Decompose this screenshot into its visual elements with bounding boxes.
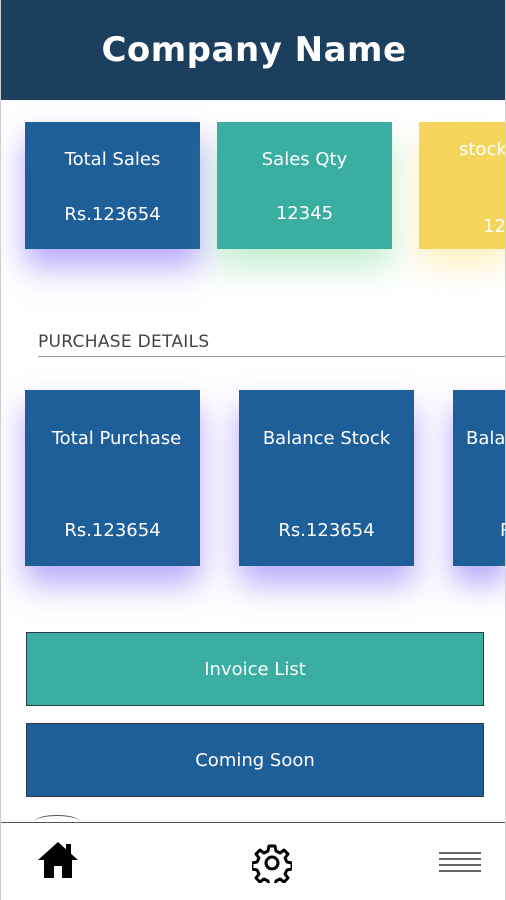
total-sales-card[interactable]: Total Sales Rs.123654 xyxy=(25,122,200,249)
total-purchase-value: Rs.123654 xyxy=(64,520,161,541)
stock-label: stock xyxy=(459,139,506,160)
total-purchase-label: Total Purchase xyxy=(51,428,182,449)
balance-card[interactable]: Bala R xyxy=(453,390,506,566)
total-sales-value: Rs.123654 xyxy=(64,204,161,225)
section-divider xyxy=(38,356,505,357)
stock-card[interactable]: stock 123 xyxy=(419,122,506,249)
balance-stock-card[interactable]: Balance Stock Rs.123654 xyxy=(239,390,414,566)
total-sales-label: Total Sales xyxy=(64,149,161,170)
app-title: Company Name xyxy=(101,30,407,70)
menu-icon[interactable] xyxy=(439,851,481,877)
app-screen: Company Name Total Sales Rs.123654 Sales… xyxy=(0,0,506,900)
coming-soon-button[interactable]: Coming Soon xyxy=(26,723,484,797)
balance-stock-label: Balance Stock xyxy=(262,428,391,449)
stock-value: 123 xyxy=(483,216,506,237)
purchase-details-heading: PURCHASE DETAILS xyxy=(38,332,210,352)
balance-stock-value: Rs.123654 xyxy=(278,520,375,541)
sales-qty-label: Sales Qty xyxy=(261,149,348,170)
sales-qty-card[interactable]: Sales Qty 12345 xyxy=(217,122,392,249)
app-header: Company Name xyxy=(1,0,505,100)
balance-value: R xyxy=(500,520,505,541)
total-purchase-card[interactable]: Total Purchase Rs.123654 xyxy=(25,390,200,566)
gear-icon[interactable] xyxy=(250,843,294,888)
home-icon[interactable] xyxy=(37,840,79,884)
balance-label: Bala xyxy=(466,428,506,449)
sales-qty-value: 12345 xyxy=(275,203,334,224)
invoice-list-button[interactable]: Invoice List xyxy=(26,632,484,706)
